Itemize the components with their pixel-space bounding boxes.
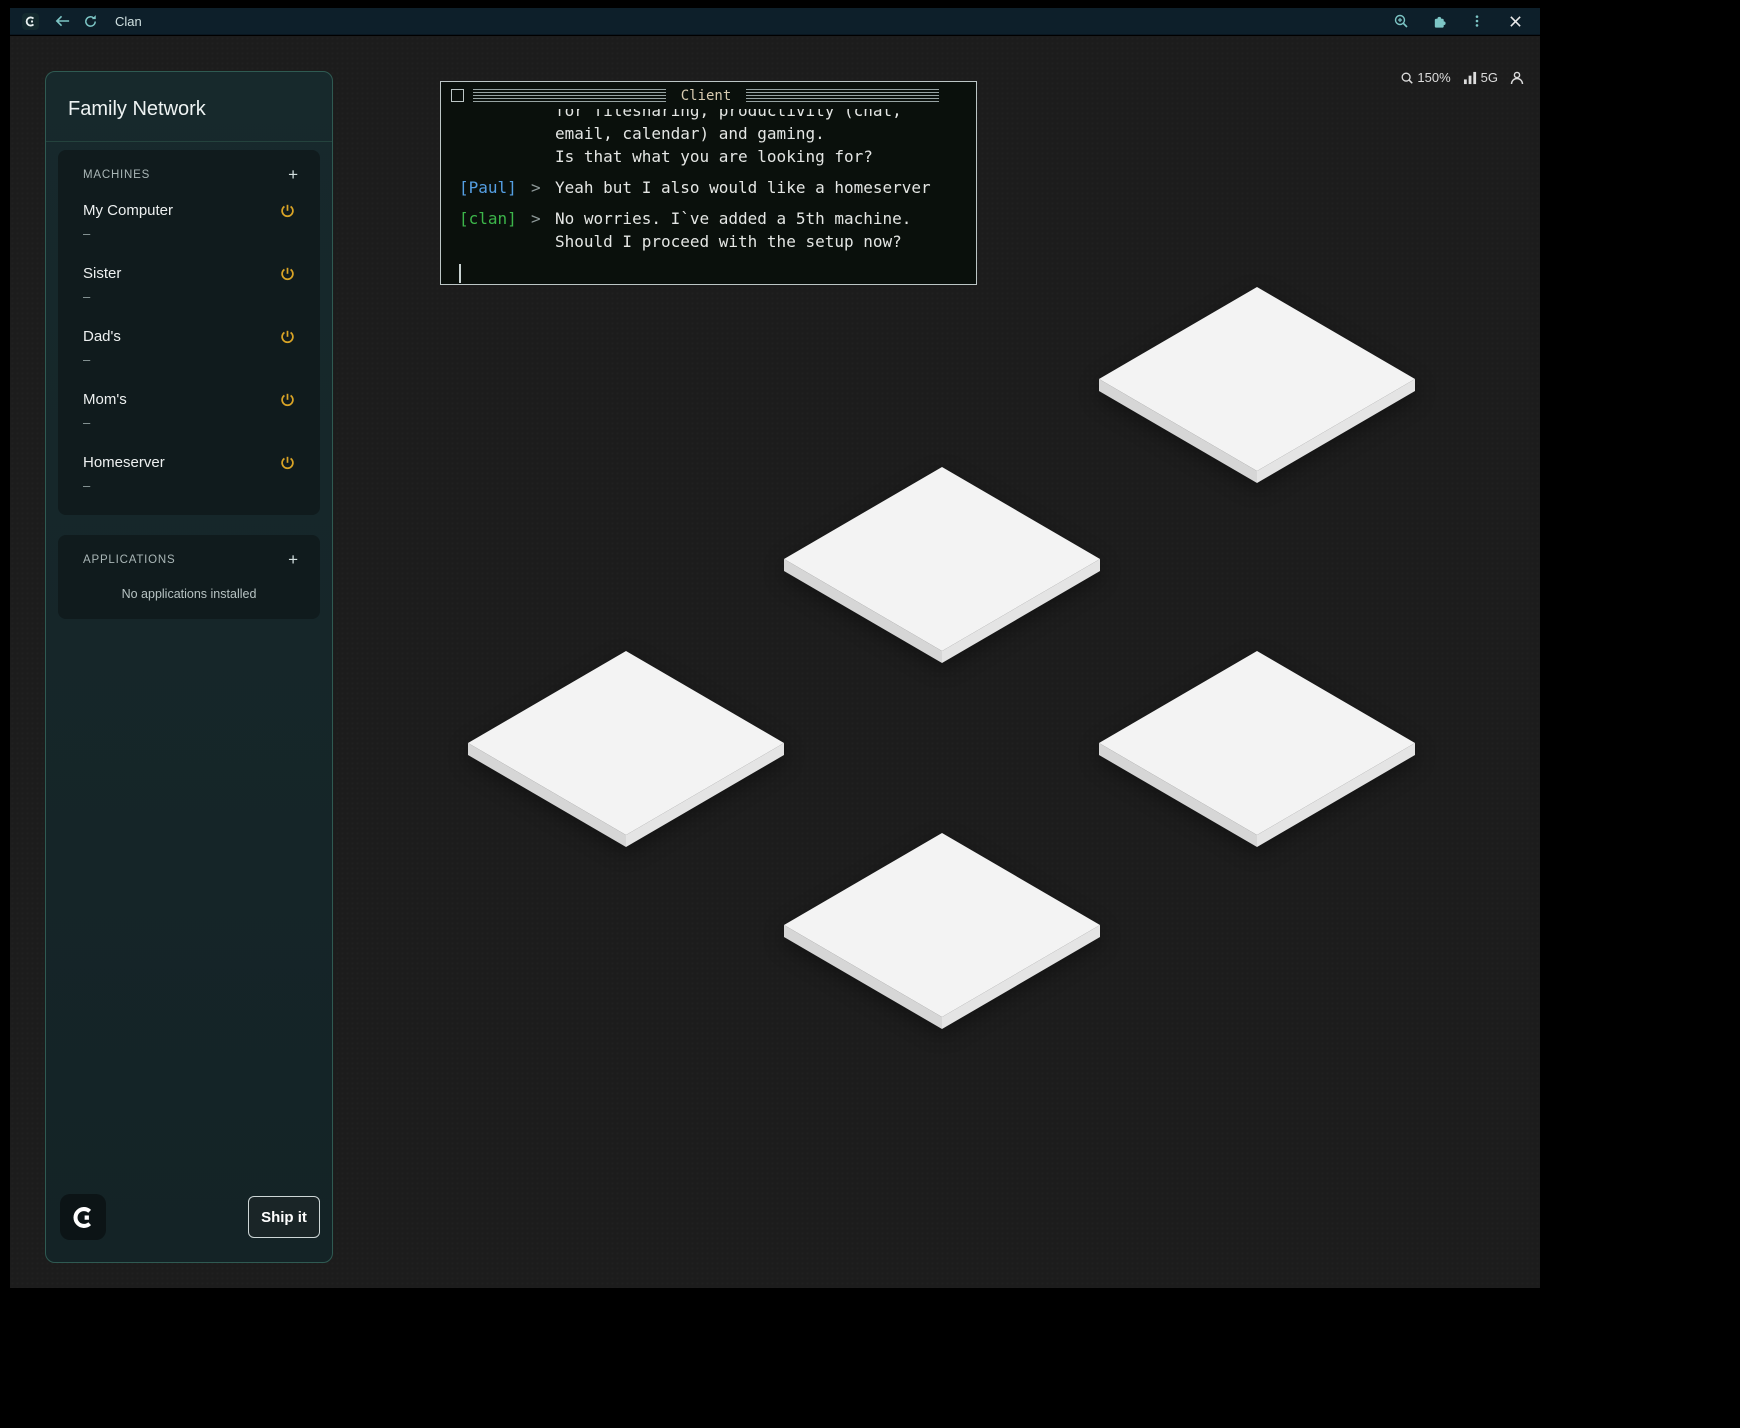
signal-bars-icon — [1463, 71, 1478, 85]
machine-name: Homeserver — [83, 454, 298, 471]
machine-name: Mom's — [83, 391, 298, 408]
machine-item-homeserver[interactable]: Homeserver – — [58, 442, 320, 505]
status-indicators: 150% 5G — [1400, 70, 1524, 85]
reload-button[interactable] — [79, 10, 101, 32]
magnifier-plus-icon — [1393, 13, 1409, 29]
kebab-menu-icon — [1470, 13, 1484, 29]
power-status-icon[interactable] — [279, 203, 296, 220]
machine-item-dads[interactable]: Dad's – — [58, 316, 320, 379]
magnifier-icon — [1400, 71, 1414, 85]
back-arrow-icon — [54, 14, 71, 28]
zoom-level: 150% — [1417, 70, 1450, 85]
machine-tile-3[interactable] — [466, 649, 786, 849]
iso-tile — [782, 831, 1102, 1031]
machine-item-my-computer[interactable]: My Computer – — [58, 190, 320, 253]
iso-tile — [1097, 649, 1417, 849]
machine-status-text: – — [83, 226, 298, 241]
sidebar: Family Network MACHINES + My Computer – — [45, 71, 333, 1263]
extensions-button[interactable] — [1428, 10, 1450, 32]
iso-tile — [466, 649, 786, 849]
toolbar-actions — [1390, 10, 1532, 32]
client-window-title: Client — [681, 88, 732, 104]
window-control-box[interactable] — [451, 89, 464, 102]
sidebar-body: MACHINES + My Computer – Sister — [46, 142, 332, 1262]
machine-status-text: – — [83, 289, 298, 304]
clan-logo-icon — [22, 13, 39, 30]
back-button[interactable] — [51, 10, 73, 32]
network-title: Family Network — [46, 72, 332, 141]
browser-toolbar: Clan — [10, 8, 1540, 35]
applications-empty-text: No applications installed — [58, 575, 320, 609]
power-status-icon[interactable] — [279, 329, 296, 346]
machines-panel: MACHINES + My Computer – Sister — [58, 150, 320, 515]
add-machine-button[interactable]: + — [288, 168, 298, 182]
machine-item-moms[interactable]: Mom's – — [58, 379, 320, 442]
applications-header-label: APPLICATIONS — [83, 554, 175, 566]
chat-line: for filesharing, productivity (chat, — [459, 109, 976, 122]
chat-line: Is that what you are looking for? — [459, 145, 976, 168]
zoom-indicator[interactable]: 150% — [1400, 70, 1450, 85]
user-indicator[interactable] — [1510, 71, 1524, 85]
titlebar-stripes-left — [473, 89, 666, 102]
page-title: Clan — [115, 14, 142, 29]
network-label: 5G — [1481, 70, 1498, 85]
machine-name: Sister — [83, 265, 298, 282]
network-indicator: 5G — [1463, 70, 1498, 85]
prompt-chevron: > — [531, 207, 555, 230]
machine-status-text: – — [83, 415, 298, 430]
power-status-icon[interactable] — [279, 455, 296, 472]
close-icon — [1509, 15, 1522, 28]
prompt-chevron: > — [531, 176, 555, 199]
ship-it-button[interactable]: Ship it — [248, 1196, 320, 1238]
applications-panel-header: APPLICATIONS + — [58, 553, 320, 567]
machine-tile-5[interactable] — [782, 831, 1102, 1031]
machine-item-sister[interactable]: Sister – — [58, 253, 320, 316]
chat-message-paul: [Paul] > Yeah but I also would like a ho… — [459, 176, 976, 199]
message-text: Yeah but I also would like a homeserver — [555, 176, 931, 199]
close-button[interactable] — [1504, 10, 1526, 32]
power-status-icon[interactable] — [279, 392, 296, 409]
chat-log[interactable]: for filesharing, productivity (chat, ema… — [441, 109, 976, 285]
network-canvas[interactable]: 150% 5G Family Network — [10, 36, 1540, 1288]
iso-tile — [1097, 285, 1417, 485]
machine-name: Dad's — [83, 328, 298, 345]
applications-panel: APPLICATIONS + No applications installed — [58, 535, 320, 619]
user-icon — [1510, 71, 1524, 85]
chat-line: email, calendar) and gaming. — [459, 122, 976, 145]
sender-label: [Paul] — [459, 176, 531, 199]
machines-panel-header: MACHINES + — [58, 168, 320, 182]
clan-logo-glyph — [24, 15, 37, 28]
client-chat-window[interactable]: Client for filesharing, productivity (ch… — [440, 81, 977, 285]
clan-logo-glyph — [70, 1204, 97, 1231]
puzzle-icon — [1432, 14, 1447, 29]
browser-window: Clan — [10, 8, 1540, 1288]
machine-name: My Computer — [83, 202, 298, 219]
add-application-button[interactable]: + — [288, 553, 298, 567]
iso-tile — [782, 465, 1102, 665]
machine-status-text: – — [83, 352, 298, 367]
zoom-button[interactable] — [1390, 10, 1412, 32]
machines-header-label: MACHINES — [83, 169, 150, 181]
client-titlebar[interactable]: Client — [441, 82, 976, 109]
machine-tile-2[interactable] — [782, 465, 1102, 665]
machine-tile-4[interactable] — [1097, 649, 1417, 849]
reload-icon — [83, 14, 98, 29]
power-status-icon[interactable] — [279, 266, 296, 283]
input-line[interactable] — [459, 262, 976, 284]
desktop: { "topbar": { "title": "Clan" }, "status… — [0, 0, 1740, 1428]
clan-logo — [60, 1194, 106, 1240]
machine-status-text: – — [83, 478, 298, 493]
chat-line: Should I proceed with the setup now? — [459, 230, 976, 253]
machine-tile-1[interactable] — [1097, 285, 1417, 485]
sidebar-footer: Ship it — [58, 1194, 320, 1240]
titlebar-stripes-right — [746, 89, 939, 102]
chat-message-clan: [clan] > No worries. I`ve added a 5th ma… — [459, 207, 976, 230]
message-text: No worries. I`ve added a 5th machine. — [555, 207, 911, 230]
text-cursor — [459, 264, 461, 283]
menu-button[interactable] — [1466, 10, 1488, 32]
sidebar-spacer — [58, 619, 320, 1194]
sender-label: [clan] — [459, 207, 531, 230]
